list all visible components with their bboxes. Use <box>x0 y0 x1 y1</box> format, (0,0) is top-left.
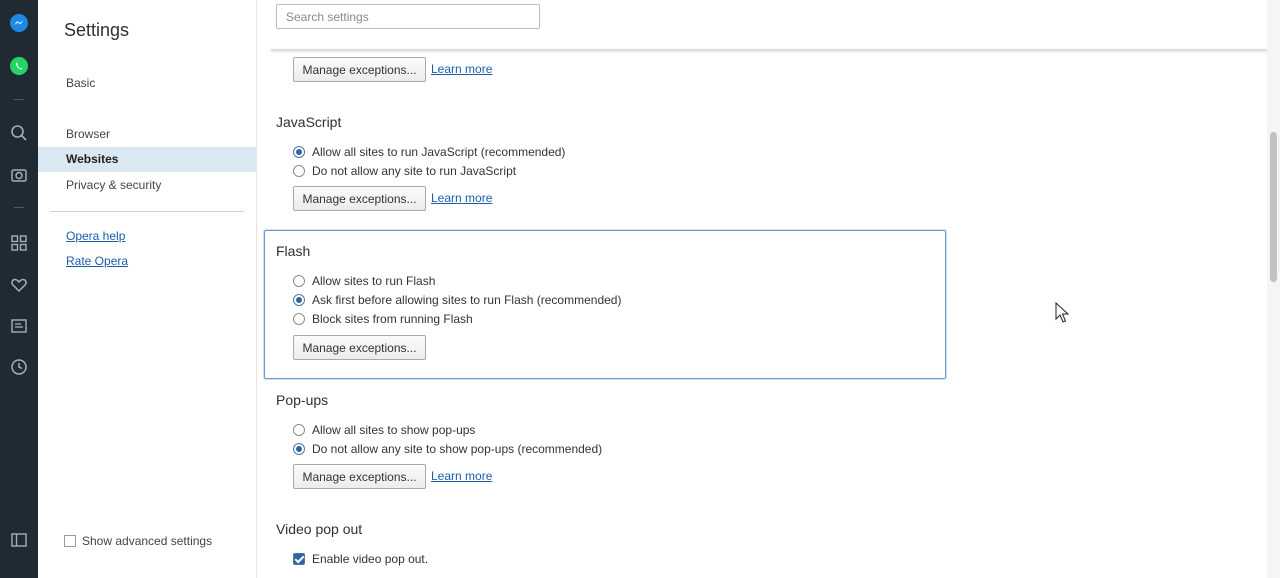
apps-grid-icon[interactable] <box>9 233 29 253</box>
popups-allow-option[interactable]: Allow all sites to show pop-ups <box>293 422 475 438</box>
advanced-settings-label: Show advanced settings <box>82 534 213 548</box>
popups-title: Pop-ups <box>276 392 329 408</box>
option-label: Ask first before allowing sites to run F… <box>312 293 622 307</box>
javascript-manage-exceptions-button[interactable]: Manage exceptions... <box>293 186 426 211</box>
search-input[interactable] <box>276 4 540 29</box>
javascript-block-option[interactable]: Do not allow any site to run JavaScript <box>293 163 516 179</box>
nav-item-basic[interactable]: Basic <box>38 71 256 96</box>
app-sidebar <box>0 0 38 578</box>
radio-selected[interactable] <box>293 146 305 158</box>
news-icon[interactable] <box>9 316 29 336</box>
settings-nav: Settings Basic Browser Websites Privacy … <box>38 0 257 578</box>
whatsapp-icon[interactable] <box>9 56 29 76</box>
search-icon[interactable] <box>9 123 29 143</box>
flash-manage-exceptions-button[interactable]: Manage exceptions... <box>293 335 426 360</box>
flash-title: Flash <box>276 243 311 259</box>
nav-item-browser[interactable]: Browser <box>38 122 256 147</box>
flash-block-option[interactable]: Block sites from running Flash <box>293 311 473 327</box>
option-label: Allow all sites to run JavaScript (recom… <box>312 145 566 159</box>
page-title: Settings <box>64 20 130 40</box>
show-advanced-settings[interactable]: Show advanced settings <box>64 534 212 548</box>
nav-divider <box>50 211 244 212</box>
popups-block-option[interactable]: Do not allow any site to show pop-ups (r… <box>293 441 602 457</box>
mouse-cursor-icon <box>1055 301 1070 329</box>
camera-icon[interactable] <box>9 165 29 185</box>
advanced-settings-checkbox[interactable] <box>64 535 76 547</box>
radio-unselected[interactable] <box>293 165 305 177</box>
scrollbar-thumb[interactable] <box>1270 132 1277 282</box>
sidebar-separator <box>14 207 24 208</box>
radio-unselected[interactable] <box>293 275 305 287</box>
nav-item-privacy-security[interactable]: Privacy & security <box>38 173 256 198</box>
radio-selected[interactable] <box>293 443 305 455</box>
flash-allow-option[interactable]: Allow sites to run Flash <box>293 273 435 289</box>
opera-help-link[interactable]: Opera help <box>66 229 125 243</box>
header-divider <box>271 49 1267 51</box>
rate-opera-link[interactable]: Rate Opera <box>66 254 128 268</box>
heart-icon[interactable] <box>9 275 29 295</box>
option-label: Do not allow any site to show pop-ups (r… <box>312 442 603 456</box>
javascript-title: JavaScript <box>276 114 342 130</box>
radio-unselected[interactable] <box>293 424 305 436</box>
javascript-learn-more-link[interactable]: Learn more <box>431 191 492 205</box>
settings-content: Manage exceptions... Learn more JavaScri… <box>257 0 1267 578</box>
history-icon[interactable] <box>9 357 29 377</box>
popups-manage-exceptions-button[interactable]: Manage exceptions... <box>293 464 426 489</box>
option-label: Allow all sites to show pop-ups <box>312 423 476 437</box>
video-pop-out-option[interactable]: Enable video pop out. <box>293 551 428 567</box>
option-label: Do not allow any site to run JavaScript <box>312 164 517 178</box>
radio-unselected[interactable] <box>293 313 305 325</box>
javascript-allow-option[interactable]: Allow all sites to run JavaScript (recom… <box>293 144 565 160</box>
video-pop-out-checkbox[interactable] <box>293 553 305 565</box>
nav-item-websites[interactable]: Websites <box>38 147 256 172</box>
manage-exceptions-button[interactable]: Manage exceptions... <box>293 57 426 82</box>
sidebar-separator <box>14 99 24 100</box>
learn-more-link[interactable]: Learn more <box>431 62 492 76</box>
sidebar-toggle-icon[interactable] <box>9 530 29 550</box>
option-label: Enable video pop out. <box>312 552 429 566</box>
scrollbar[interactable] <box>1267 0 1280 578</box>
messenger-icon[interactable] <box>9 13 29 33</box>
popups-learn-more-link[interactable]: Learn more <box>431 469 492 483</box>
option-label: Allow sites to run Flash <box>312 274 436 288</box>
video-pop-out-title: Video pop out <box>276 521 363 537</box>
option-label: Block sites from running Flash <box>312 312 473 326</box>
radio-selected[interactable] <box>293 294 305 306</box>
flash-ask-option[interactable]: Ask first before allowing sites to run F… <box>293 292 621 308</box>
